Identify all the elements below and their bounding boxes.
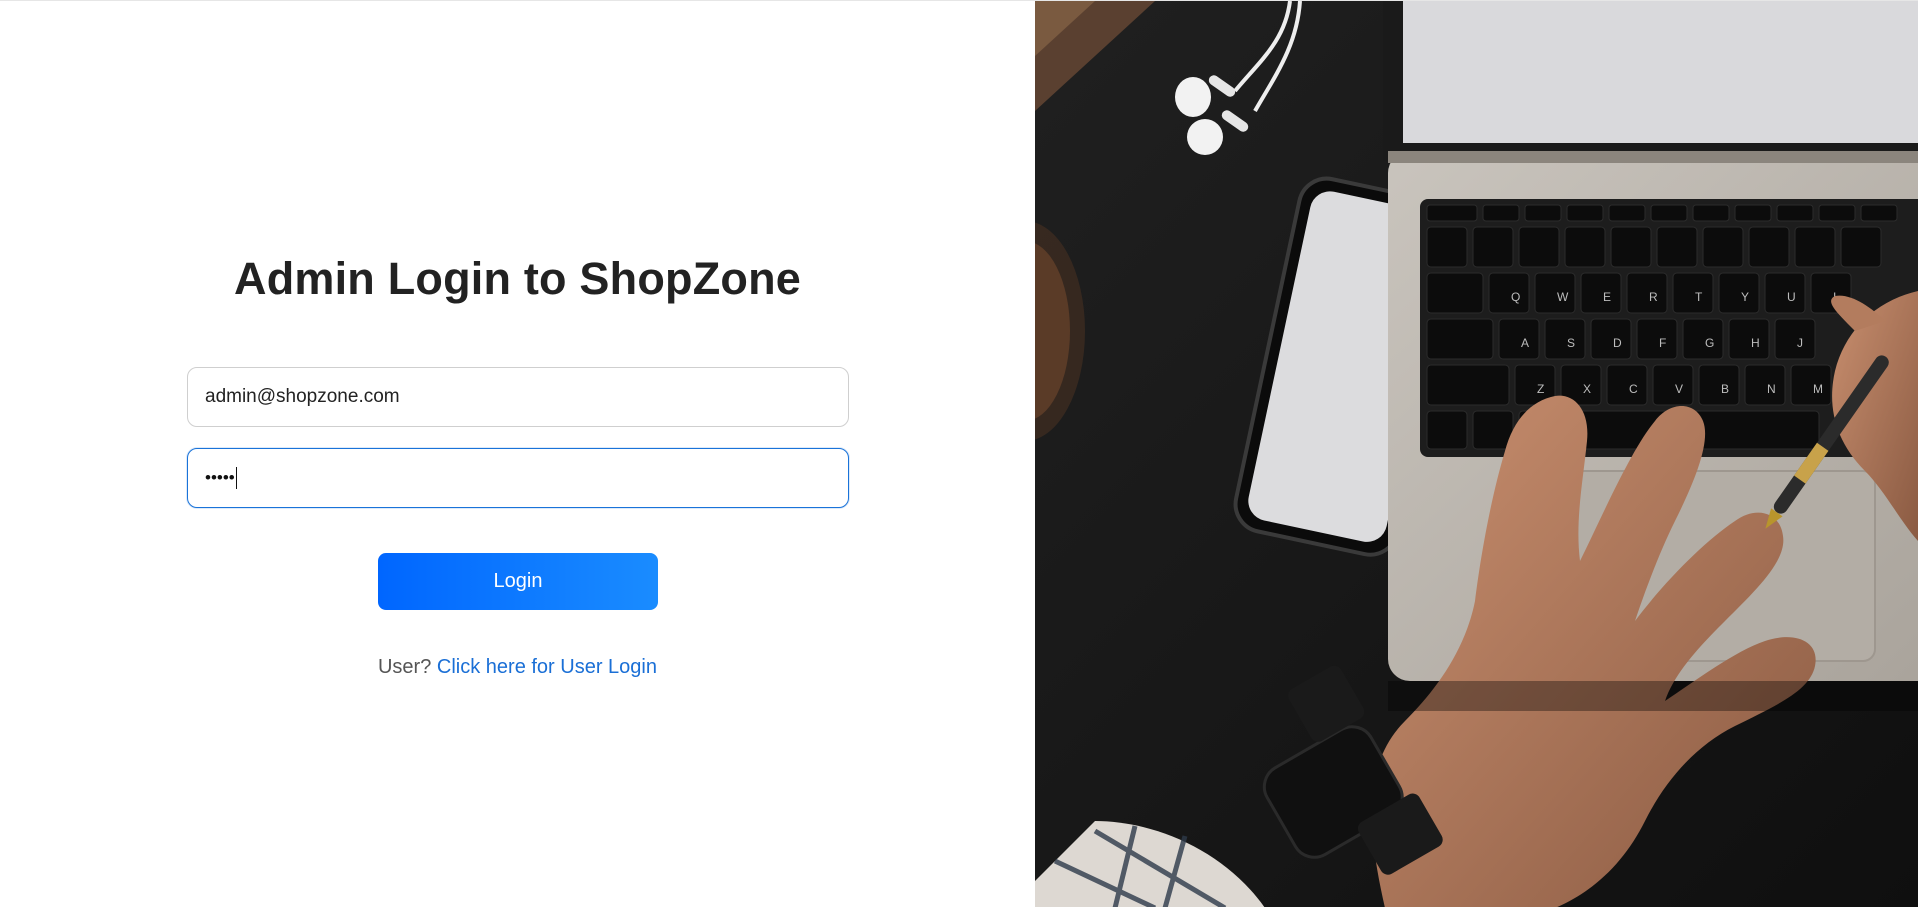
user-prompt-text: User? bbox=[377, 656, 432, 678]
key-y: Y bbox=[1741, 290, 1749, 304]
key-c: C bbox=[1629, 382, 1638, 396]
email-field[interactable]: admin@shopzone.com bbox=[187, 367, 849, 427]
laptop-desk-photo-icon: Q W E R T Y U I A S D F G H J Z X C V B bbox=[1035, 1, 1918, 907]
email-value: admin@shopzone.com bbox=[205, 386, 400, 407]
login-page: Admin Login to ShopZone admin@shopzone.c… bbox=[0, 0, 1918, 907]
key-v: V bbox=[1675, 382, 1683, 396]
password-field[interactable]: ••••• bbox=[187, 448, 849, 508]
key-s: S bbox=[1567, 336, 1575, 350]
key-f: F bbox=[1659, 336, 1666, 350]
password-value: ••••• bbox=[205, 468, 235, 487]
login-panel: Admin Login to ShopZone admin@shopzone.c… bbox=[0, 1, 1035, 907]
key-a: A bbox=[1521, 336, 1529, 350]
key-g: G bbox=[1705, 336, 1714, 350]
key-m: M bbox=[1813, 382, 1823, 396]
text-caret bbox=[235, 467, 238, 489]
key-n: N bbox=[1767, 382, 1776, 396]
key-z: Z bbox=[1537, 382, 1544, 396]
hero-image: Q W E R T Y U I A S D F G H J Z X C V B bbox=[1035, 1, 1918, 907]
key-x: X bbox=[1583, 382, 1591, 396]
user-login-prompt: User? Click here for User Login bbox=[0, 656, 1035, 679]
key-j: J bbox=[1797, 336, 1803, 350]
key-u: U bbox=[1787, 290, 1796, 304]
key-b: B bbox=[1721, 382, 1729, 396]
page-title: Admin Login to ShopZone bbox=[234, 253, 801, 304]
key-w: W bbox=[1557, 290, 1569, 304]
key-h: H bbox=[1751, 336, 1760, 350]
key-r: R bbox=[1649, 290, 1658, 304]
key-q: Q bbox=[1511, 290, 1520, 304]
key-e: E bbox=[1603, 290, 1611, 304]
key-d: D bbox=[1613, 336, 1622, 350]
login-button[interactable]: Login bbox=[378, 553, 658, 610]
key-t: T bbox=[1695, 290, 1703, 304]
user-login-link[interactable]: Click here for User Login bbox=[437, 656, 657, 678]
